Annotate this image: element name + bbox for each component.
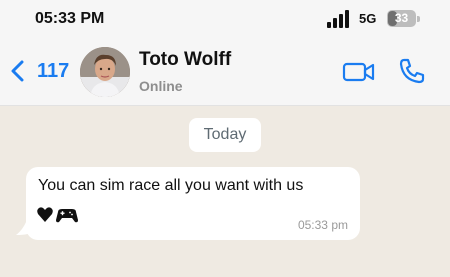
chat-area[interactable]: Today You can sim race all you want with… — [0, 107, 450, 277]
black-heart-emoji — [37, 207, 53, 222]
contact-status: Online — [139, 78, 183, 94]
avatar-photo — [80, 47, 130, 97]
video-camera-icon — [342, 62, 375, 82]
battery-tip — [417, 16, 420, 22]
video-call-button[interactable] — [342, 58, 376, 86]
incoming-message-bubble[interactable]: You can sim race all you want with us 05… — [26, 167, 360, 240]
signal-strength-icon — [327, 10, 353, 28]
game-controller-emoji — [56, 209, 78, 223]
unread-count: 117 — [37, 60, 70, 82]
network-type: 5G — [359, 11, 377, 26]
status-bar: 05:33 PM 5G 33 — [0, 0, 450, 38]
chevron-left-icon — [11, 60, 24, 82]
back-button[interactable]: 117 — [8, 54, 78, 88]
contact-name[interactable]: Toto Wolff — [139, 49, 231, 71]
phone-icon — [399, 58, 425, 84]
avatar[interactable] — [80, 47, 130, 97]
date-separator: Today — [189, 118, 261, 152]
voice-call-button[interactable] — [397, 56, 427, 86]
chat-header: 117 Toto Wolff Online — [0, 38, 450, 106]
battery-icon: 33 — [387, 10, 416, 27]
status-time: 05:33 PM — [35, 10, 105, 27]
message-time: 05:33 pm — [297, 218, 348, 232]
message-emoji — [36, 205, 86, 225]
battery-level: 33 — [394, 11, 409, 25]
message-text: You can sim race all you want with us — [38, 177, 304, 194]
